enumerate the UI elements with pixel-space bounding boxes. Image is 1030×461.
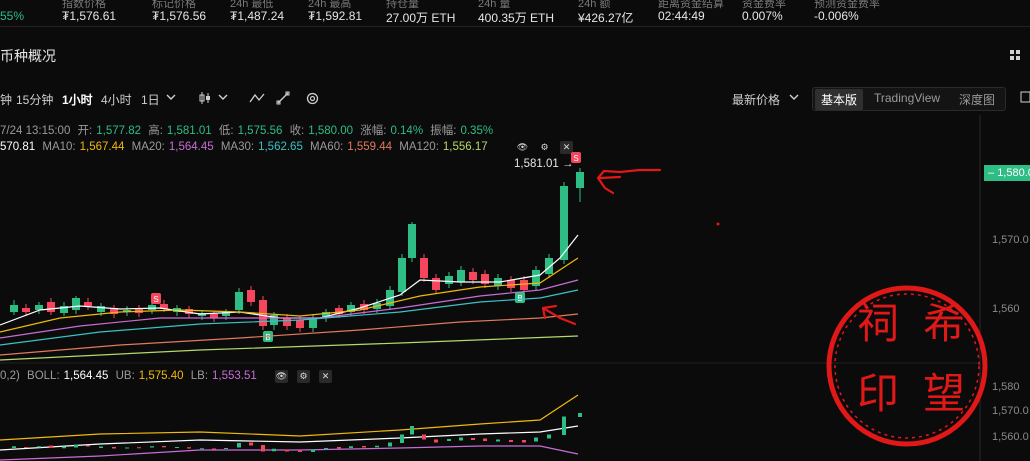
boll-candle bbox=[249, 442, 253, 446]
boll-close-icon[interactable]: ✕ bbox=[319, 370, 332, 383]
ma-line bbox=[0, 234, 579, 326]
candle-body bbox=[47, 302, 55, 312]
boll-candle bbox=[125, 447, 129, 449]
candle-body bbox=[545, 258, 553, 274]
boll-candle bbox=[272, 448, 276, 452]
boll-candle bbox=[112, 447, 116, 449]
boll-candle bbox=[137, 447, 141, 449]
candle-body bbox=[296, 320, 304, 328]
svg-text:祠: 祠 bbox=[857, 299, 899, 348]
boll-candle bbox=[285, 449, 289, 452]
boll-candle bbox=[200, 448, 204, 450]
boll-candle bbox=[434, 439, 438, 443]
annotation-arrow-top bbox=[596, 168, 662, 195]
axis-label-boll-1570: 1,570.0 bbox=[992, 405, 1029, 417]
boll-candle bbox=[224, 448, 228, 449]
boll-candle bbox=[509, 440, 513, 442]
trade-marker-label: S bbox=[573, 154, 578, 163]
candle-body bbox=[445, 276, 453, 284]
boll-candle bbox=[578, 413, 582, 417]
boll-candle bbox=[459, 437, 463, 441]
candle-body bbox=[420, 258, 428, 278]
boll-candle bbox=[337, 447, 341, 449]
boll-candle bbox=[447, 439, 451, 441]
candle-body bbox=[22, 308, 30, 312]
ma-lines-group bbox=[0, 234, 579, 361]
candle-body bbox=[148, 305, 156, 310]
boll-candle bbox=[162, 446, 166, 448]
boll-candle bbox=[12, 446, 16, 448]
boll-candle bbox=[522, 440, 526, 443]
candle-body bbox=[235, 292, 243, 310]
boll-lb-value: 1,553.51 bbox=[212, 370, 257, 382]
boll-line bbox=[0, 445, 579, 461]
high-price-marker: 1,581.01 → bbox=[514, 158, 574, 170]
boll-visibility-eye-icon[interactable]: 👁 bbox=[275, 370, 288, 383]
boll-lines-group bbox=[0, 394, 582, 461]
boll-candle bbox=[187, 447, 191, 449]
candle-body bbox=[520, 280, 528, 290]
svg-text:望: 望 bbox=[923, 369, 965, 418]
boll-candle bbox=[86, 445, 90, 447]
boll-candle bbox=[24, 447, 28, 448]
boll-candle bbox=[74, 444, 78, 448]
candle-body bbox=[10, 305, 18, 312]
axis-label-boll-1560: 1,560.0 bbox=[992, 431, 1029, 443]
boll-candle bbox=[49, 445, 53, 448]
boll-candle bbox=[298, 450, 302, 452]
boll-candle bbox=[496, 439, 500, 442]
candle-body bbox=[457, 270, 465, 282]
candle-body bbox=[432, 278, 440, 290]
candle-body bbox=[72, 298, 80, 310]
candlestick-chart: S B B S 祠 希 印 望 bbox=[0, 115, 988, 461]
boll-candle bbox=[471, 438, 475, 440]
candle-body bbox=[247, 290, 255, 302]
trade-marker-label: B bbox=[265, 333, 270, 342]
boll-candle bbox=[534, 437, 538, 442]
svg-text:印: 印 bbox=[857, 369, 899, 418]
boll-candle bbox=[422, 434, 426, 440]
boll-candle bbox=[362, 446, 366, 448]
last-price-tag: – 1,580.0 bbox=[984, 165, 1030, 181]
axis-label-1570: 1,570.0 bbox=[992, 234, 1029, 246]
ma-line bbox=[0, 279, 579, 339]
boll-candle bbox=[547, 434, 551, 439]
candle-body bbox=[576, 172, 584, 188]
boll-candle bbox=[175, 447, 179, 448]
annotation-dot bbox=[716, 222, 720, 226]
boll-candle bbox=[324, 448, 328, 450]
boll-value: 1,564.45 bbox=[63, 370, 109, 382]
boll-candle bbox=[483, 438, 487, 441]
candle-body bbox=[469, 272, 477, 280]
candles-group: S B B S bbox=[10, 152, 584, 342]
boll-legend: 0,2) BOLL: 1,564.45 UB: 1,575.40 LB: 1,553.… bbox=[0, 370, 257, 382]
boll-candle bbox=[349, 446, 353, 448]
boll-candle bbox=[375, 445, 379, 448]
boll-candle bbox=[562, 416, 566, 435]
axis-label-boll-1580: 1,580 bbox=[992, 381, 1020, 393]
boll-candle bbox=[212, 448, 216, 450]
boll-candle bbox=[37, 446, 41, 448]
candle-body bbox=[398, 258, 406, 292]
trade-marker-label: B bbox=[517, 294, 522, 303]
candle-body bbox=[408, 224, 416, 258]
boll-candle bbox=[150, 446, 154, 448]
svg-text:希: 希 bbox=[923, 299, 965, 348]
boll-settings-gear-icon[interactable]: ⚙ bbox=[297, 370, 310, 383]
boll-candle bbox=[400, 434, 404, 443]
boll-candle bbox=[237, 443, 241, 448]
boll-ub-value: 1,575.40 bbox=[138, 370, 184, 382]
boll-candle bbox=[261, 445, 265, 452]
candle-body bbox=[283, 318, 291, 326]
trade-marker-label: S bbox=[153, 295, 158, 304]
axis-label-1560: 1,560 bbox=[992, 303, 1020, 315]
boll-candle bbox=[311, 449, 315, 452]
boll-candle bbox=[410, 426, 414, 435]
boll-candle bbox=[99, 446, 103, 448]
candle-body bbox=[84, 302, 92, 306]
candle-body bbox=[507, 280, 515, 288]
boll-candle bbox=[62, 446, 66, 449]
boll-candle bbox=[388, 442, 392, 447]
